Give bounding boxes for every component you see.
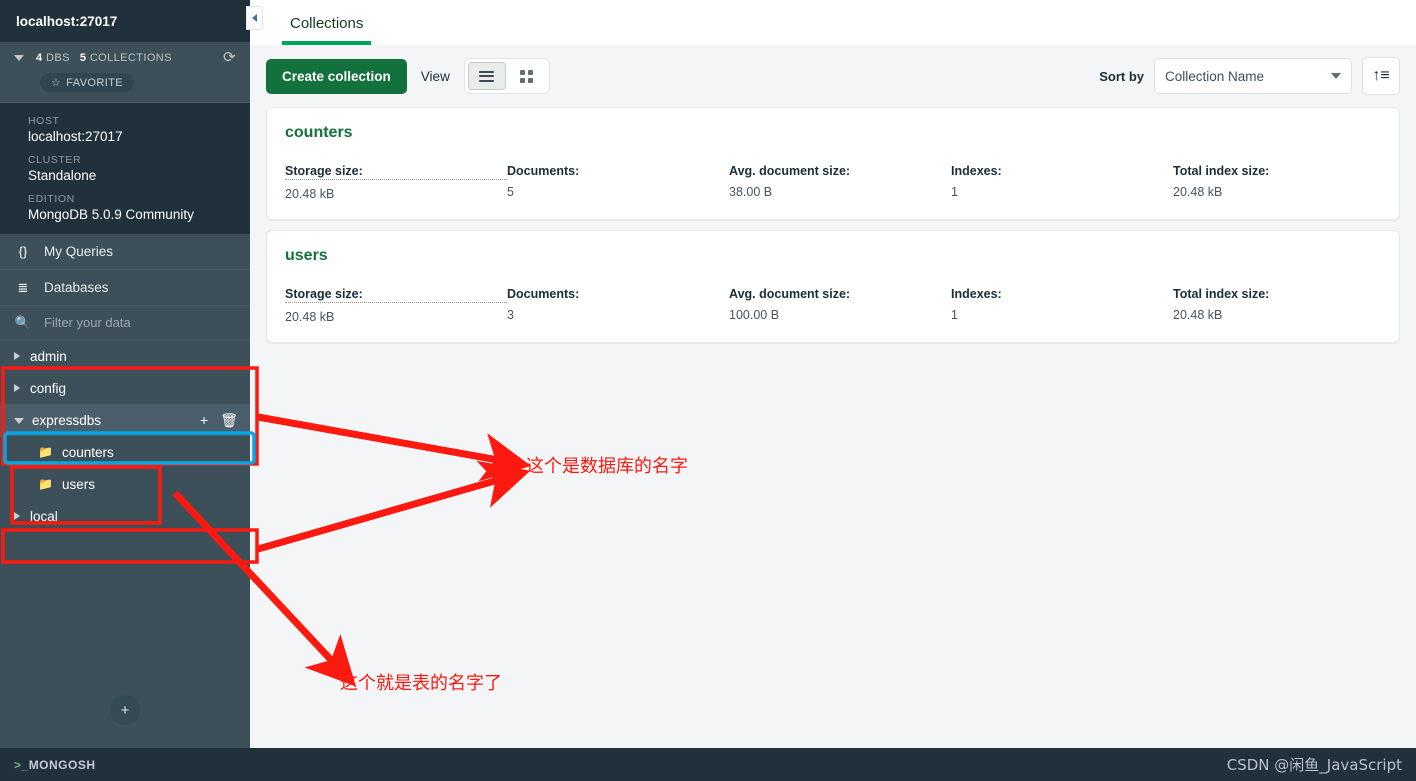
sort-controls: Sort by Collection Name ↑≡ [1099, 57, 1400, 95]
database-row-expressdbs[interactable]: expressdbs + 🗑 [0, 404, 250, 436]
stat-avg-document-size: Avg. document size: 100.00 B [729, 287, 851, 322]
chevron-right-icon[interactable] [14, 352, 20, 360]
connection-title: localhost:27017 [0, 0, 250, 42]
view-toggle-group [463, 58, 550, 94]
stat-documents: Documents: 5 [507, 164, 580, 199]
sidebar-item-databases[interactable]: ≣ Databases [0, 270, 250, 306]
star-icon: ☆ [51, 77, 62, 89]
collection-row-counters[interactable]: 📁 counters [0, 436, 250, 468]
list-view-icon[interactable] [467, 62, 506, 90]
dbs-count: 4 DBS [36, 51, 70, 64]
connection-info: HOST localhost:27017 CLUSTER Standalone … [0, 103, 250, 234]
tab-collections[interactable]: Collections [282, 15, 372, 45]
toolbar: Create collection View Sort by Collectio… [250, 45, 1416, 107]
host-value: localhost:27017 [28, 129, 123, 144]
sort-by-select[interactable]: Collection Name [1154, 58, 1352, 94]
cluster-value: Standalone [28, 168, 97, 183]
stat-total-index-size: Total index size: 20.48 kB [1173, 164, 1270, 199]
mongosh-label: MONGOSH [28, 757, 96, 772]
filter-row: 🔍 [0, 306, 250, 340]
chevron-down-icon[interactable] [14, 418, 24, 424]
sidebar-item-label: My Queries [44, 244, 114, 259]
stat-indexes: Indexes: 1 [951, 287, 1002, 322]
mongosh-button[interactable]: >_MONGOSH [14, 758, 96, 772]
host-label: HOST [28, 115, 60, 127]
database-row-local[interactable]: local [0, 500, 250, 532]
edition-label: EDITION [28, 193, 75, 205]
grid-view-icon[interactable] [508, 62, 546, 90]
collection-stats: Storage size: 20.48 kB Documents: 5 Avg.… [285, 164, 1381, 201]
collection-name: users [61, 476, 95, 492]
plus-icon[interactable]: + [200, 413, 208, 427]
chevron-right-icon[interactable] [14, 512, 20, 520]
collection-card-counters[interactable]: counters Storage size: 20.48 kB Document… [266, 107, 1400, 220]
connection-stats: 4 DBS 5 COLLECTIONS ⟳ ☆ FAVORITE [0, 42, 250, 103]
view-label: View [420, 68, 450, 84]
tab-bar: Collections [246, 0, 1416, 45]
watermark: CSDN @闲鱼_JavaScript [1226, 756, 1402, 774]
collections-count: 5 COLLECTIONS [79, 51, 172, 64]
chevron-right-icon[interactable] [14, 384, 20, 392]
stat-avg-document-size: Avg. document size: 38.00 B [729, 164, 851, 199]
collection-name: counters [61, 444, 114, 460]
database-row-config[interactable]: config [0, 372, 250, 404]
stat-storage-size: Storage size: 20.48 kB [285, 287, 507, 324]
database-name: local [30, 508, 58, 524]
main-panel: Collections Create collection View Sort … [246, 0, 1416, 748]
database-name: expressdbs [32, 412, 102, 428]
chevron-down-icon[interactable] [14, 54, 24, 61]
sort-by-value: Collection Name [1165, 68, 1265, 84]
collection-row-users[interactable]: 📁 users [0, 468, 250, 500]
status-bar: >_MONGOSH CSDN @闲鱼_JavaScript [0, 748, 1416, 781]
cluster-label: CLUSTER [28, 154, 82, 166]
stat-documents: Documents: 3 [507, 287, 580, 322]
edition-value: MongoDB 5.0.9 Community [28, 207, 194, 222]
sidebar-item-label: Databases [44, 280, 109, 295]
app-root: localhost:27017 4 DBS 5 COLLECTIONS ⟳ ☆ … [0, 0, 1416, 781]
refresh-icon[interactable]: ⟳ [223, 50, 236, 65]
collections-list: counters Storage size: 20.48 kB Document… [250, 107, 1416, 343]
favorite-badge[interactable]: ☆ FAVORITE [40, 73, 135, 92]
mongosh-prompt-icon: >_ [14, 757, 29, 772]
sidebar: localhost:27017 4 DBS 5 COLLECTIONS ⟳ ☆ … [0, 0, 250, 748]
database-row-admin[interactable]: admin [0, 340, 250, 372]
sidebar-item-my-queries[interactable]: {} My Queries [0, 234, 250, 270]
sort-by-label: Sort by [1099, 68, 1144, 84]
stat-indexes: Indexes: 1 [951, 164, 1002, 199]
folder-icon: 📁 [38, 445, 53, 459]
stat-total-index-size: Total index size: 20.48 kB [1173, 287, 1270, 322]
collection-card-title[interactable]: counters [285, 124, 1381, 142]
collection-card-users[interactable]: users Storage size: 20.48 kB Documents: … [266, 230, 1400, 343]
database-name: config [30, 380, 67, 396]
folder-icon: 📁 [38, 477, 53, 491]
database-icon: ≣ [17, 279, 29, 295]
database-name: admin [30, 348, 67, 364]
add-connection-button[interactable]: + [110, 695, 140, 725]
sort-ascending-icon: ↑≡ [1372, 67, 1390, 84]
search-icon: 🔍 [14, 314, 32, 330]
braces-icon: {} [18, 244, 28, 259]
create-collection-button[interactable]: Create collection [266, 58, 407, 94]
collection-stats: Storage size: 20.48 kB Documents: 3 Avg.… [285, 287, 1381, 324]
sort-direction-button[interactable]: ↑≡ [1362, 57, 1400, 95]
collection-card-title[interactable]: users [285, 247, 1381, 265]
chevron-left-icon[interactable] [246, 6, 263, 30]
search-input[interactable] [44, 315, 250, 330]
favorite-label: FAVORITE [66, 76, 124, 89]
chevron-down-icon [1331, 73, 1341, 79]
trash-icon[interactable]: 🗑 [220, 413, 238, 427]
stat-storage-size: Storage size: 20.48 kB [285, 164, 507, 201]
